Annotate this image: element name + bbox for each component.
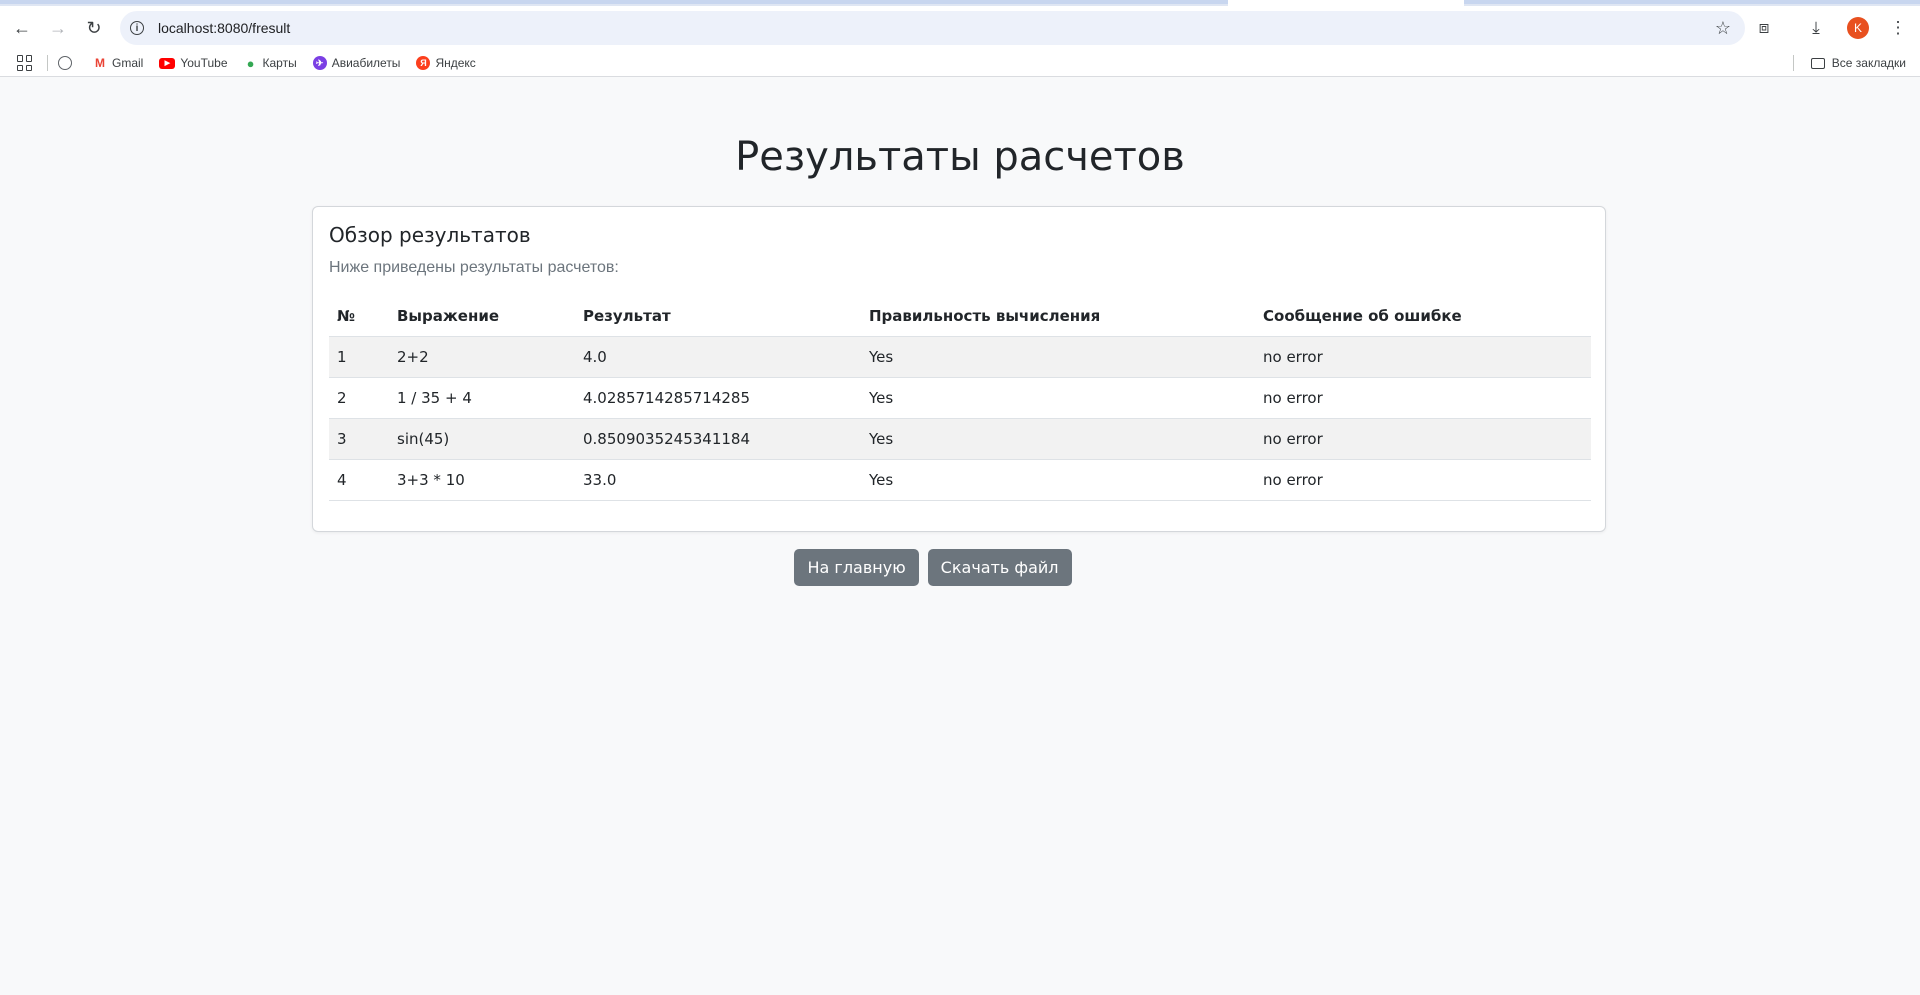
cell-expression: sin(45) xyxy=(389,418,575,460)
bookmark-avia[interactable]: ✈ Авиабилеты xyxy=(312,56,401,70)
cell-expression: 3+3 * 10 xyxy=(389,459,575,501)
card-title: Обзор результатов xyxy=(329,223,531,247)
cell-error-message: no error xyxy=(1255,418,1591,460)
forward-button[interactable]: → xyxy=(40,10,76,46)
download-icon: ⤓ xyxy=(1812,18,1820,37)
tab-inactive-right[interactable] xyxy=(1464,0,1920,4)
cell-result: 4.0 xyxy=(575,336,861,378)
bookmark-maps[interactable]: ● Карты xyxy=(244,55,297,71)
header-result: Результат xyxy=(575,296,861,337)
action-buttons: На главную Скачать файл xyxy=(0,549,1920,586)
bookmark-yandex[interactable]: Я Яндекс xyxy=(416,56,476,70)
arrow-right-icon: → xyxy=(49,17,67,38)
cell-number: 4 xyxy=(329,459,389,501)
avia-icon: ✈ xyxy=(312,56,327,70)
cell-result: 0.8509035245341184 xyxy=(575,418,861,460)
table-row: 4 3+3 * 10 33.0 Yes no error xyxy=(329,459,1591,501)
reload-button[interactable]: ↻ xyxy=(76,10,112,46)
folder-icon xyxy=(1810,57,1825,69)
cell-number: 3 xyxy=(329,418,389,460)
cell-error-message: no error xyxy=(1255,459,1591,501)
header-expression: Выражение xyxy=(389,296,575,337)
cell-number: 1 xyxy=(329,336,389,378)
bookmark-label: Карты xyxy=(262,56,297,70)
cell-error-message: no error xyxy=(1255,377,1591,419)
bookmarks-divider-right xyxy=(1793,55,1794,71)
cell-correctness: Yes xyxy=(861,377,1255,419)
bookmarks-divider xyxy=(47,55,48,71)
results-table: № Выражение Результат Правильность вычис… xyxy=(329,296,1591,501)
bookmarks-bar: M Gmail ▶ YouTube ● Карты ✈ Авиабилеты Я… xyxy=(0,50,1920,77)
reload-icon: ↻ xyxy=(86,17,102,38)
table-row: 3 sin(45) 0.8509035245341184 Yes no erro… xyxy=(329,418,1591,460)
table-row: 1 2+2 4.0 Yes no error xyxy=(329,336,1591,378)
bookmark-label: YouTube xyxy=(180,56,228,70)
bookmark-youtube[interactable]: ▶ YouTube xyxy=(159,56,228,70)
table-header-row: № Выражение Результат Правильность вычис… xyxy=(329,296,1591,337)
table-row: 2 1 / 35 + 4 4.0285714285714285 Yes no e… xyxy=(329,377,1591,419)
avatar: K xyxy=(1847,17,1869,39)
cell-number: 2 xyxy=(329,377,389,419)
card-subtitle: Ниже приведены результаты расчетов: xyxy=(329,259,619,276)
bookmark-label: Яндекс xyxy=(435,56,476,70)
kebab-menu-icon: ⋮ xyxy=(1889,18,1907,37)
downloads-button[interactable]: ⤓ xyxy=(1798,10,1834,46)
url-text[interactable]: localhost:8080/fresult xyxy=(158,20,290,36)
download-file-button[interactable]: Скачать файл xyxy=(927,549,1072,586)
cell-result: 4.0285714285714285 xyxy=(575,377,861,419)
yandex-icon: Я xyxy=(416,56,431,70)
maps-icon: ● xyxy=(246,55,255,71)
profile-button[interactable]: K xyxy=(1840,10,1876,46)
site-info-icon[interactable]: i xyxy=(130,21,144,35)
cell-expression: 2+2 xyxy=(389,336,575,378)
globe-icon xyxy=(58,56,72,70)
cell-correctness: Yes xyxy=(861,459,1255,501)
youtube-icon: ▶ xyxy=(159,57,176,69)
bookmark-label: Gmail xyxy=(112,56,144,70)
results-card: Обзор результатов Ниже приведены результ… xyxy=(312,206,1606,532)
page-title: Результаты расчетов xyxy=(735,134,1185,180)
toolbar-right-icons: ⧈ ⤓ K ⋮ xyxy=(1730,6,1920,50)
back-button[interactable]: ← xyxy=(4,10,40,46)
all-bookmarks-label: Все закладки xyxy=(1831,56,1906,70)
home-button[interactable]: На главную xyxy=(794,549,919,586)
header-error-message: Сообщение об ошибке xyxy=(1255,296,1591,337)
bookmark-star-icon[interactable]: ☆ xyxy=(1715,18,1731,39)
address-bar[interactable]: i localhost:8080/fresult ☆ xyxy=(120,11,1745,45)
extensions-button[interactable]: ⧈ xyxy=(1746,10,1782,46)
menu-button[interactable]: ⋮ xyxy=(1880,10,1916,46)
cell-expression: 1 / 35 + 4 xyxy=(389,377,575,419)
tab-inactive-left[interactable] xyxy=(0,0,1228,4)
cell-correctness: Yes xyxy=(861,418,1255,460)
cell-correctness: Yes xyxy=(861,336,1255,378)
gmail-icon: M xyxy=(93,56,107,70)
browser-toolbar: ← → ↻ i localhost:8080/fresult ☆ ⧈ ⤓ K ⋮ xyxy=(0,6,1920,50)
bookmark-globe[interactable] xyxy=(58,56,77,70)
header-correctness: Правильность вычисления xyxy=(861,296,1255,337)
apps-grid-icon[interactable] xyxy=(17,55,33,71)
cell-result: 33.0 xyxy=(575,459,861,501)
bookmark-label: Авиабилеты xyxy=(331,56,401,70)
bookmark-gmail[interactable]: M Gmail xyxy=(93,56,143,70)
page-content: Результаты расчетов Обзор результатов Ни… xyxy=(0,76,1920,995)
arrow-left-icon: ← xyxy=(13,17,31,38)
cell-error-message: no error xyxy=(1255,336,1591,378)
puzzle-icon: ⧈ xyxy=(1758,18,1770,37)
all-bookmarks-button[interactable]: Все закладки xyxy=(1810,56,1906,70)
header-number: № xyxy=(329,296,389,337)
